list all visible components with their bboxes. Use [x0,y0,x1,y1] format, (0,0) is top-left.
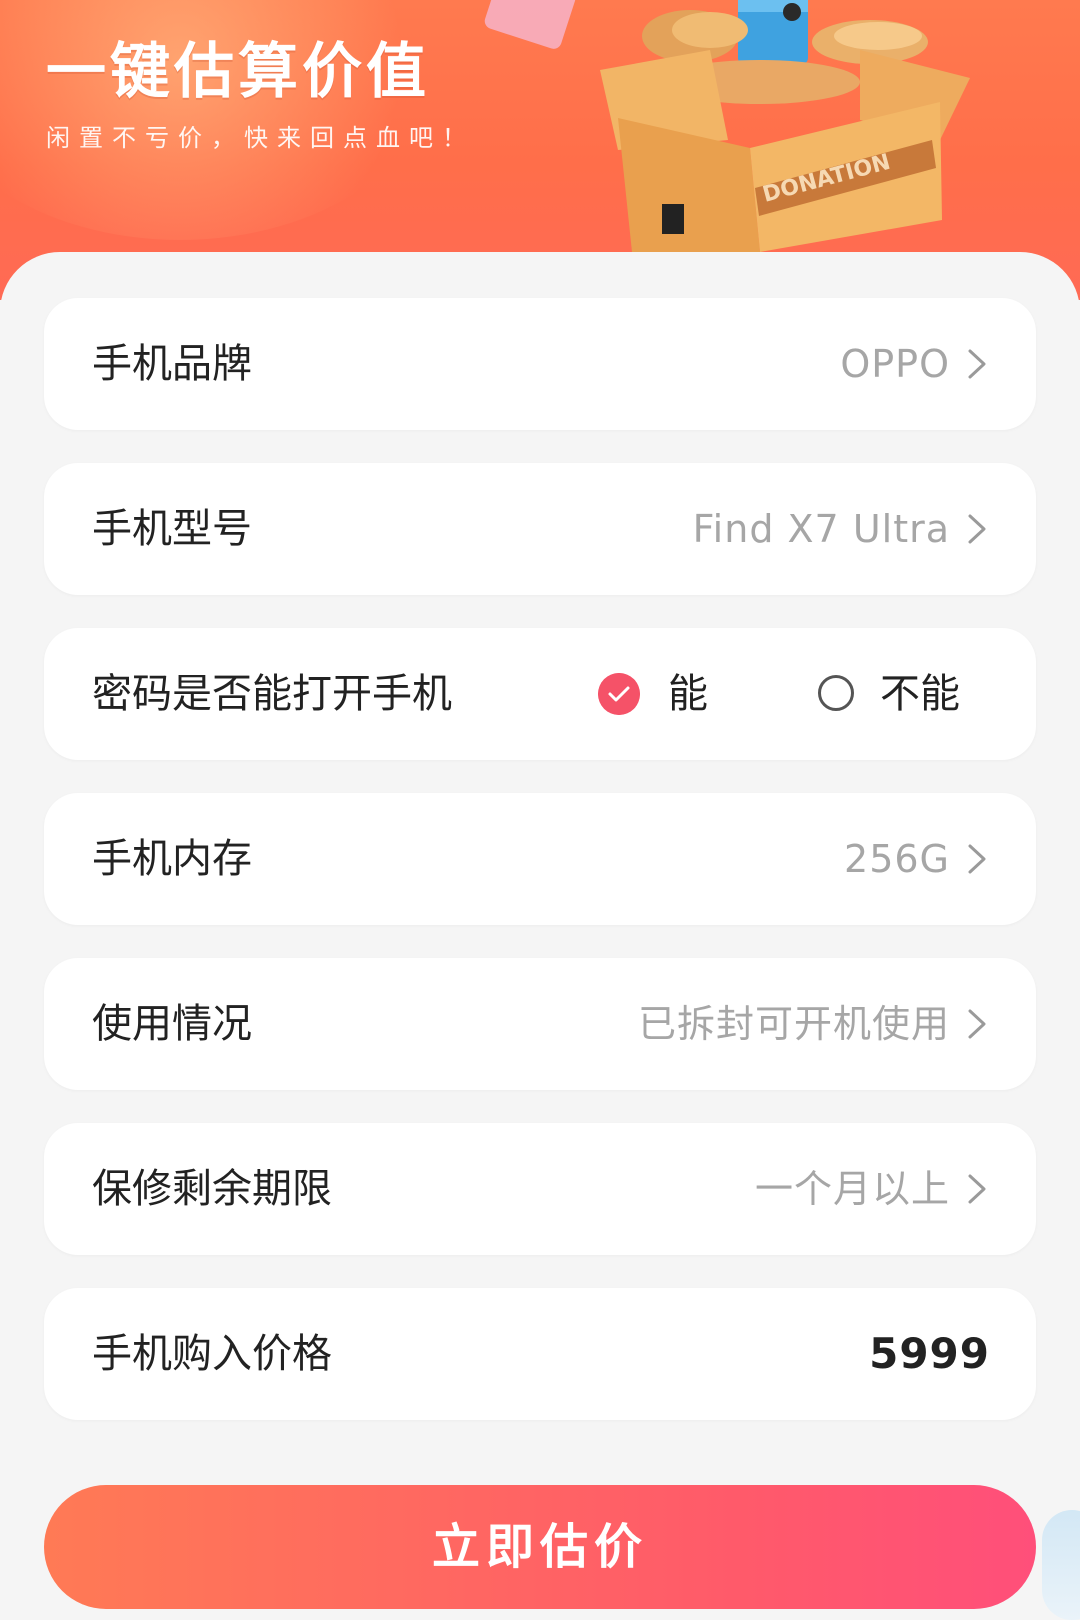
model-row[interactable]: 手机型号 Find X7 Ultra [44,463,1036,595]
donation-box-illustration: DONATION [600,0,970,252]
unlock-option-no[interactable]: 不能 [880,628,960,760]
warranty-row[interactable]: 保修剩余期限 一个月以上 [44,1123,1036,1255]
check-circle-icon[interactable] [598,673,640,715]
estimate-button[interactable]: 立即估价 [44,1485,1036,1609]
price-label: 手机购入价格 [92,1331,332,1377]
chevron-right-icon [968,844,986,874]
page-subtitle: 闲置不亏价，快来回点血吧！ [46,124,475,152]
storage-value: 256G [844,837,950,881]
brand-label: 手机品牌 [92,341,252,387]
brand-row[interactable]: 手机品牌 OPPO [44,298,1036,430]
chevron-right-icon [968,349,986,379]
storage-label: 手机内存 [92,836,252,882]
unlock-row: 密码是否能打开手机 能 不能 [44,628,1036,760]
chevron-right-icon [968,514,986,544]
condition-row[interactable]: 使用情况 已拆封可开机使用 [44,958,1036,1090]
corner-decoration [1042,1510,1080,1620]
price-row[interactable]: 手机购入价格 5999 [44,1288,1036,1420]
price-input[interactable]: 5999 [869,1288,990,1420]
chevron-right-icon [968,1009,986,1039]
empty-circle-icon[interactable] [818,675,854,711]
condition-value: 已拆封可开机使用 [637,1002,950,1046]
chevron-right-icon [968,1174,986,1204]
model-value: Find X7 Ultra [692,507,950,551]
condition-label: 使用情况 [92,1001,252,1047]
unlock-label: 密码是否能打开手机 [92,671,452,717]
storage-row[interactable]: 手机内存 256G [44,793,1036,925]
unlock-option-yes[interactable]: 能 [668,628,708,760]
warranty-label: 保修剩余期限 [92,1166,332,1212]
brand-value: OPPO [840,342,950,386]
model-label: 手机型号 [92,506,252,552]
warranty-value: 一个月以上 [754,1167,950,1211]
page-title: 一键估算价值 [46,37,430,107]
